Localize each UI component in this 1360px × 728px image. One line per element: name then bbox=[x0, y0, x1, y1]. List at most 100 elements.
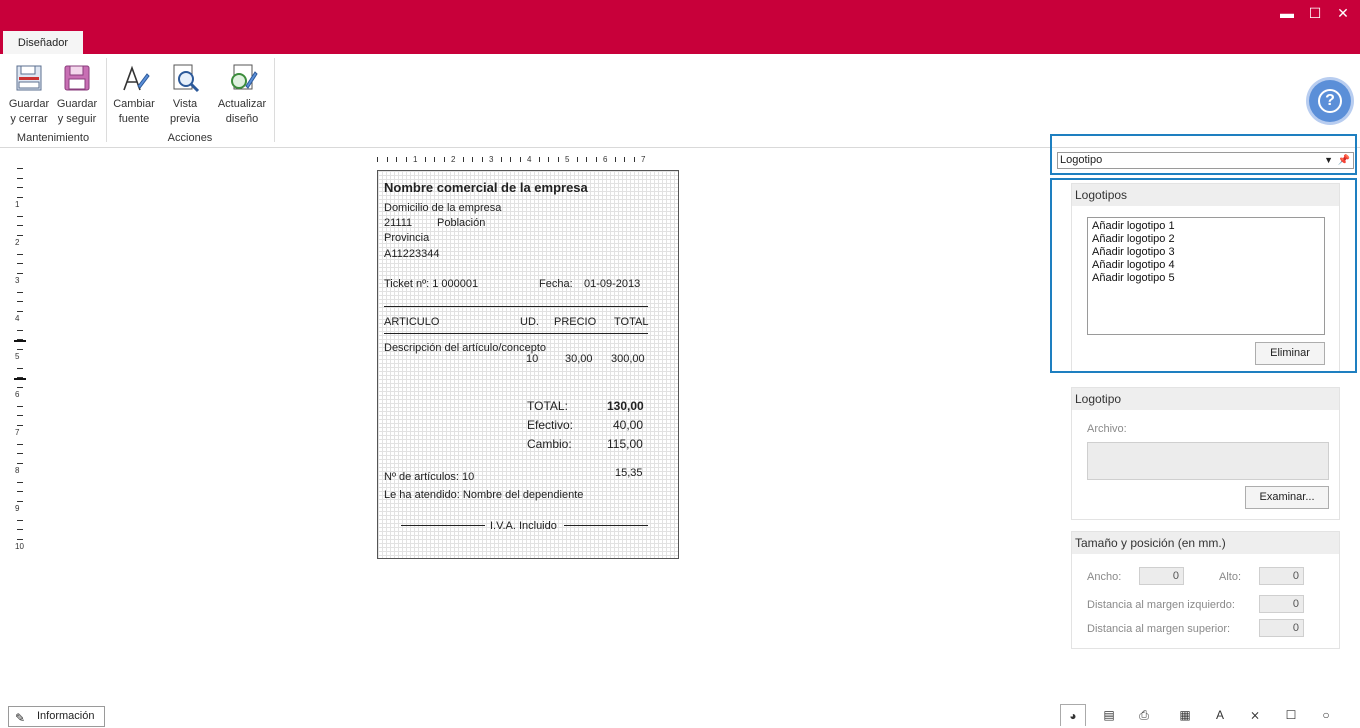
ruler-tick bbox=[548, 157, 549, 162]
update-design-label-2: diseño bbox=[225, 113, 259, 125]
company-name[interactable]: Nombre comercial de la empresa bbox=[384, 180, 588, 195]
ruler-tick bbox=[17, 215, 23, 217]
line-tab-icon[interactable]: ⨯ bbox=[1242, 704, 1268, 726]
ruler-tick bbox=[443, 157, 445, 162]
browse-button[interactable]: Examinar... bbox=[1245, 486, 1329, 509]
vertical-ruler: 1 2 3 4 5 6 7 8 9 10 bbox=[14, 168, 26, 560]
ruler-label: 1 bbox=[15, 200, 20, 209]
cash-value[interactable]: 40,00 bbox=[613, 418, 643, 432]
column-units[interactable]: UD. bbox=[520, 316, 539, 328]
ruler-label: 3 bbox=[15, 276, 20, 285]
column-total[interactable]: TOTAL bbox=[614, 316, 648, 328]
logos-highlight bbox=[1050, 178, 1357, 373]
ruler-tick bbox=[481, 157, 483, 162]
ruler-tick bbox=[17, 481, 23, 483]
group-label-maintenance: Mantenimiento bbox=[16, 132, 90, 144]
ribbon-separator bbox=[106, 58, 107, 142]
file-field[interactable] bbox=[1087, 442, 1329, 480]
ellipse-tab-icon[interactable]: ○ bbox=[1313, 704, 1339, 726]
chevron-down-icon[interactable]: ▼ bbox=[1324, 153, 1333, 168]
extra-value[interactable]: 15,35 bbox=[615, 467, 643, 479]
update-design-button[interactable]: Actualizar diseño bbox=[214, 62, 270, 130]
ruler-label: 5 bbox=[565, 155, 570, 164]
ruler-margin-marker[interactable] bbox=[14, 340, 26, 342]
served-by[interactable]: Le ha atendido: Nombre del dependiente bbox=[384, 489, 583, 501]
logo-tab-icon[interactable]: ◕ bbox=[1060, 704, 1086, 726]
element-selector[interactable]: Logotipo ▼ 📌 bbox=[1057, 152, 1354, 169]
left-margin-field[interactable]: 0 bbox=[1259, 595, 1304, 613]
change-label[interactable]: Cambio: bbox=[527, 437, 572, 451]
ruler-label: 4 bbox=[15, 314, 20, 323]
ticket-number[interactable]: Ticket nº: 1 000001 bbox=[384, 278, 478, 290]
ruler-tick bbox=[17, 462, 23, 464]
item-price[interactable]: 30,00 bbox=[565, 353, 593, 365]
minimize-button[interactable]: ▬ bbox=[1276, 4, 1298, 22]
ruler-tick bbox=[17, 272, 23, 274]
qr-batuz-tab-icon[interactable]: ▦ bbox=[1172, 704, 1198, 726]
ruler-tick bbox=[462, 157, 464, 162]
vat-line-left[interactable] bbox=[401, 525, 485, 526]
ruler-label: 6 bbox=[603, 155, 608, 164]
date-label[interactable]: Fecha: bbox=[539, 278, 573, 290]
pin-icon[interactable]: 📌 bbox=[1338, 153, 1350, 168]
rectangle-tab-icon[interactable]: ☐ bbox=[1278, 704, 1304, 726]
ruler-tick bbox=[557, 157, 559, 162]
height-label: Alto: bbox=[1219, 571, 1242, 583]
total-value[interactable]: 130,00 bbox=[607, 399, 644, 413]
top-margin-field[interactable]: 0 bbox=[1259, 619, 1304, 637]
save-close-button[interactable]: Guardar y cerrar bbox=[5, 62, 53, 130]
save-continue-label-1: Guardar bbox=[56, 98, 98, 110]
province[interactable]: Provincia bbox=[384, 232, 429, 244]
ruler-label: 4 bbox=[527, 155, 532, 164]
vat-line-right[interactable] bbox=[564, 525, 648, 526]
date-value[interactable]: 01-09-2013 bbox=[584, 278, 640, 290]
header-tab-icon[interactable]: ▤ bbox=[1096, 704, 1122, 726]
ruler-label: 6 bbox=[15, 390, 20, 399]
ticket-design-canvas[interactable]: Nombre comercial de la empresa Domicilio… bbox=[377, 170, 679, 559]
information-button[interactable]: ✎ Información bbox=[8, 706, 105, 727]
top-margin-label: Distancia al margen superior: bbox=[1087, 623, 1231, 635]
total-label[interactable]: TOTAL: bbox=[527, 399, 568, 413]
ruler-tick bbox=[472, 157, 473, 162]
ruler-margin-marker[interactable] bbox=[14, 378, 26, 380]
ruler-tick bbox=[519, 157, 521, 162]
height-field[interactable]: 0 bbox=[1259, 567, 1304, 585]
ruler-tick bbox=[624, 157, 625, 162]
postal-code[interactable]: 21111 bbox=[384, 217, 412, 229]
change-font-label-1: Cambiar bbox=[113, 98, 155, 110]
tab-disenador[interactable]: Diseñador bbox=[3, 31, 83, 55]
width-field[interactable]: 0 bbox=[1139, 567, 1184, 585]
ruler-tick bbox=[614, 157, 616, 162]
ruler-label: 10 bbox=[15, 542, 24, 551]
column-article[interactable]: ARTICULO bbox=[384, 316, 439, 328]
ruler-tick bbox=[17, 405, 23, 407]
font-pen-icon bbox=[123, 65, 150, 91]
close-button[interactable]: ✕ bbox=[1332, 4, 1354, 22]
column-price[interactable]: PRECIO bbox=[554, 316, 596, 328]
tax-id[interactable]: A11223344 bbox=[384, 248, 439, 260]
separator-line[interactable] bbox=[384, 306, 648, 307]
item-units[interactable]: 10 bbox=[526, 353, 538, 365]
change-font-button[interactable]: Cambiar fuente bbox=[110, 62, 158, 130]
vat-included[interactable]: I.V.A. Incluido bbox=[490, 520, 557, 532]
change-value[interactable]: 115,00 bbox=[607, 437, 643, 451]
ruler-tick bbox=[17, 519, 23, 521]
maximize-button[interactable]: ☐ bbox=[1304, 4, 1326, 22]
ruler-tick bbox=[17, 348, 23, 350]
text-tab-icon[interactable]: A bbox=[1207, 704, 1233, 726]
save-continue-button[interactable]: Guardar y seguir bbox=[53, 62, 101, 130]
separator-line[interactable] bbox=[384, 333, 648, 334]
cash-label[interactable]: Efectivo: bbox=[527, 418, 573, 432]
item-description[interactable]: Descripción del artículo/concepto bbox=[384, 342, 546, 354]
preview-button[interactable]: Vista previa bbox=[161, 62, 209, 130]
ruler-tick bbox=[17, 234, 23, 236]
ruler-tick bbox=[377, 157, 378, 162]
ruler-tick bbox=[386, 157, 388, 162]
town[interactable]: Población bbox=[437, 217, 485, 229]
company-address[interactable]: Domicilio de la empresa bbox=[384, 202, 501, 214]
item-total[interactable]: 300,00 bbox=[611, 353, 645, 365]
save-continue-label-2: y seguir bbox=[57, 113, 97, 125]
articles-count[interactable]: Nº de artículos: 10 bbox=[384, 471, 474, 483]
help-button[interactable]: ? bbox=[1309, 80, 1351, 122]
printer-tab-icon[interactable]: ⎙ bbox=[1131, 704, 1157, 726]
